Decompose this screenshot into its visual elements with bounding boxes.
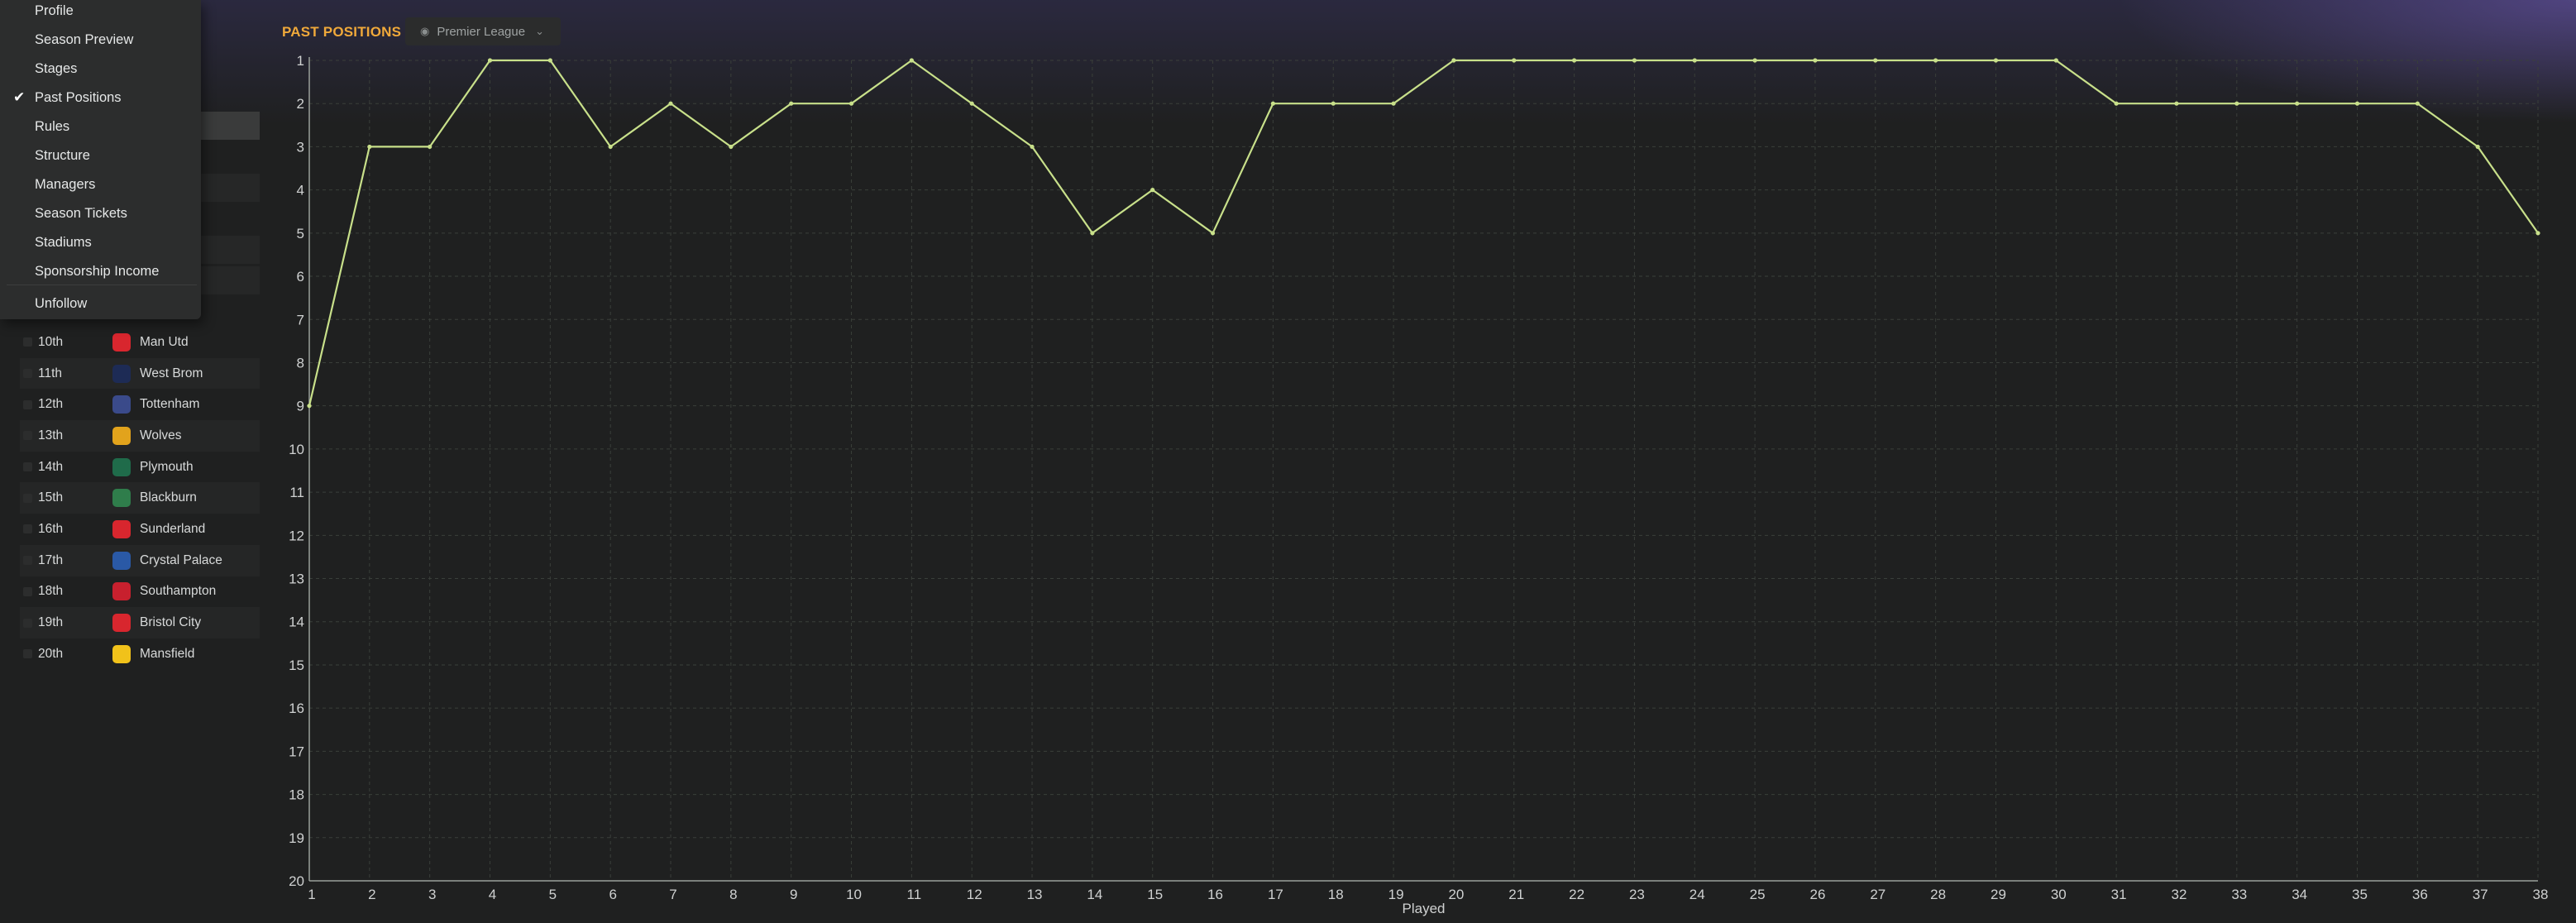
- y-tick-label: 3: [297, 139, 304, 155]
- x-tick-label: 24: [1689, 887, 1705, 902]
- x-tick-label: 11: [907, 887, 922, 902]
- x-tick-label: 37: [2473, 887, 2488, 902]
- x-tick-label: 17: [1268, 887, 1283, 902]
- data-point[interactable]: [1873, 58, 1878, 63]
- x-tick-label: 30: [2051, 887, 2067, 902]
- data-point[interactable]: [789, 101, 794, 106]
- x-axis-label: Played: [1403, 901, 1446, 916]
- x-tick-label: 26: [1809, 887, 1825, 902]
- data-point[interactable]: [2535, 231, 2540, 236]
- data-point[interactable]: [547, 58, 552, 63]
- x-tick-label: 13: [1027, 887, 1043, 902]
- data-point[interactable]: [2354, 101, 2360, 106]
- x-tick-label: 9: [790, 887, 797, 902]
- x-tick-label: 20: [1448, 887, 1464, 902]
- y-tick-label: 2: [297, 96, 304, 112]
- x-tick-label: 16: [1207, 887, 1223, 902]
- y-tick-label: 10: [289, 442, 304, 457]
- x-tick-label: 35: [2352, 887, 2368, 902]
- data-point[interactable]: [1391, 101, 1396, 106]
- x-tick-label: 10: [846, 887, 862, 902]
- y-tick-label: 6: [297, 269, 304, 285]
- data-point[interactable]: [2174, 101, 2179, 106]
- x-tick-label: 27: [1870, 887, 1885, 902]
- data-point[interactable]: [668, 101, 673, 106]
- x-tick-label: 4: [489, 887, 496, 902]
- x-tick-label: 38: [2533, 887, 2549, 902]
- x-tick-label: 1: [308, 887, 315, 902]
- y-tick-label: 5: [297, 226, 304, 242]
- x-tick-label: 5: [549, 887, 557, 902]
- x-tick-label: 21: [1508, 887, 1524, 902]
- data-point[interactable]: [848, 101, 854, 106]
- x-tick-label: 29: [1991, 887, 2006, 902]
- x-tick-label: 22: [1569, 887, 1584, 902]
- data-point[interactable]: [2053, 58, 2058, 63]
- x-tick-label: 15: [1147, 887, 1163, 902]
- x-tick-label: 31: [2111, 887, 2127, 902]
- data-point[interactable]: [1512, 58, 1517, 63]
- x-tick-label: 34: [2292, 887, 2307, 902]
- x-tick-label: 8: [729, 887, 737, 902]
- y-tick-label: 7: [297, 312, 304, 328]
- y-tick-label: 1: [297, 53, 304, 69]
- x-tick-label: 18: [1328, 887, 1344, 902]
- x-tick-label: 12: [967, 887, 982, 902]
- x-tick-label: 23: [1629, 887, 1645, 902]
- x-tick-label: 6: [609, 887, 616, 902]
- data-point[interactable]: [1993, 58, 1999, 63]
- data-point[interactable]: [1270, 101, 1276, 106]
- y-tick-label: 13: [289, 571, 304, 587]
- y-tick-label: 19: [289, 830, 304, 846]
- data-point[interactable]: [1331, 101, 1336, 106]
- y-tick-label: 12: [289, 528, 304, 543]
- data-point[interactable]: [1571, 58, 1577, 63]
- data-point[interactable]: [608, 144, 613, 150]
- data-point[interactable]: [1933, 58, 1938, 63]
- x-tick-label: 32: [2172, 887, 2187, 902]
- data-point[interactable]: [428, 144, 433, 150]
- data-point[interactable]: [2475, 144, 2480, 150]
- x-tick-label: 14: [1087, 887, 1102, 902]
- data-point[interactable]: [909, 58, 914, 63]
- y-tick-label: 11: [289, 485, 304, 500]
- x-tick-label: 25: [1750, 887, 1766, 902]
- x-tick-label: 2: [368, 887, 375, 902]
- data-point[interactable]: [2114, 101, 2119, 106]
- data-point[interactable]: [969, 101, 974, 106]
- data-point[interactable]: [1150, 188, 1155, 193]
- y-tick-label: 18: [289, 787, 304, 803]
- data-point[interactable]: [729, 144, 734, 150]
- x-tick-label: 3: [428, 887, 436, 902]
- data-point[interactable]: [1632, 58, 1637, 63]
- y-tick-label: 20: [289, 873, 304, 889]
- y-tick-label: 8: [297, 355, 304, 371]
- y-tick-label: 16: [289, 701, 304, 716]
- data-point[interactable]: [1090, 231, 1095, 236]
- data-point[interactable]: [1210, 231, 1216, 236]
- y-tick-label: 15: [289, 658, 304, 673]
- data-point[interactable]: [1030, 144, 1035, 150]
- data-point[interactable]: [2234, 101, 2239, 106]
- y-tick-label: 9: [297, 399, 304, 414]
- data-point[interactable]: [2295, 101, 2300, 106]
- data-point[interactable]: [2415, 101, 2420, 106]
- x-tick-label: 28: [1930, 887, 1946, 902]
- data-point[interactable]: [1813, 58, 1818, 63]
- y-tick-label: 14: [289, 615, 304, 630]
- data-point[interactable]: [367, 144, 372, 150]
- data-point[interactable]: [1451, 58, 1456, 63]
- x-tick-label: 33: [2231, 887, 2247, 902]
- y-tick-label: 4: [297, 183, 304, 198]
- data-point[interactable]: [1692, 58, 1697, 63]
- past-positions-chart: 12345678910111213141516171819201 2 3 4 5 6 7 8 9…: [289, 53, 2549, 916]
- data-point[interactable]: [307, 404, 312, 409]
- x-tick-label: 7: [669, 887, 676, 902]
- x-tick-label: 36: [2412, 887, 2428, 902]
- data-point[interactable]: [487, 58, 493, 63]
- y-tick-label: 17: [289, 744, 304, 759]
- data-point[interactable]: [1752, 58, 1757, 63]
